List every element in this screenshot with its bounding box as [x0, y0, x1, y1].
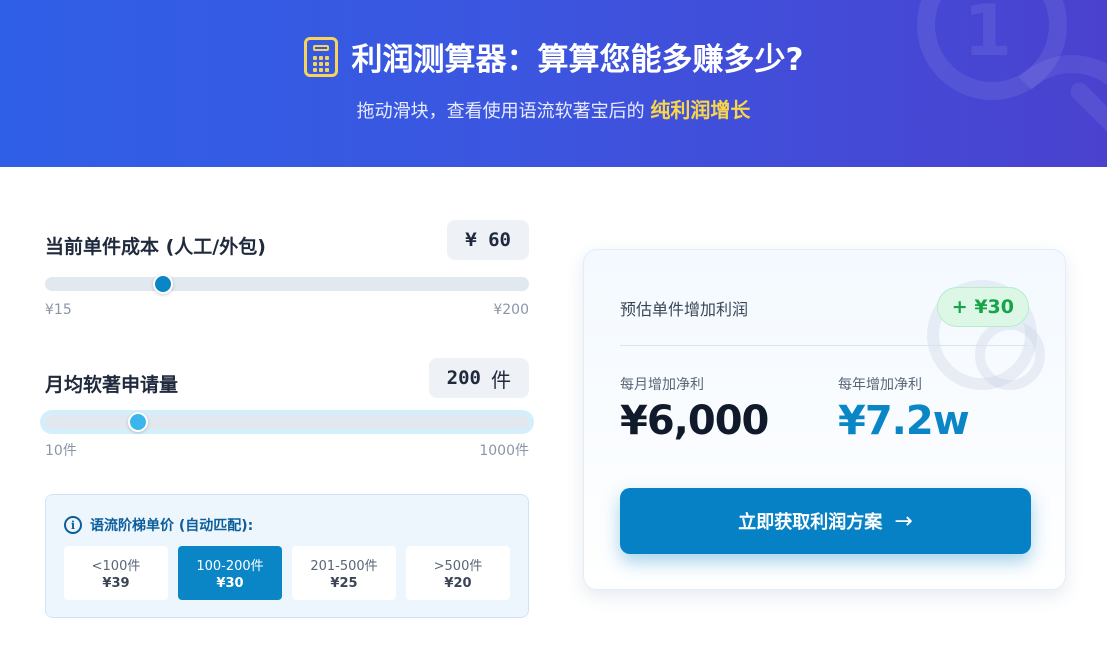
monthly-profit-label: 每月增加净利 [620, 377, 704, 393]
tier-range: >500件 [433, 559, 483, 574]
tier-item[interactable]: >500件 ¥20 [406, 546, 510, 600]
tier-range: 100-200件 [196, 559, 264, 574]
tier-price: ¥39 [102, 576, 130, 591]
cost-slider-track[interactable] [45, 277, 529, 291]
volume-slider-block: 月均软著申请量 200 件 10件 1000件 [45, 356, 529, 494]
unit-profit-label: 预估单件增加利润 [620, 300, 749, 319]
tier-title: 语流阶梯单价 (自动匹配): [90, 518, 254, 534]
volume-value-display: 200 件 [428, 358, 529, 398]
volume-max-label: 1000件 [479, 443, 529, 459]
subtitle-highlight: 纯利润增长 [650, 98, 751, 122]
page-subtitle: 拖动滑块，查看使用语流软著宝后的 纯利润增长 [0, 94, 1107, 123]
tier-heading: i 语流阶梯单价 (自动匹配): [64, 515, 253, 535]
calculator-inputs: 当前单件成本 (人工/外包) ¥ 60 ¥15 ¥200 月均软著申请量 200… [45, 218, 529, 494]
cost-slider-label: 当前单件成本 (人工/外包) [45, 236, 266, 258]
volume-min-label: 10件 [45, 443, 77, 459]
cost-slider-block: 当前单件成本 (人工/外包) ¥ 60 ¥15 ¥200 [45, 218, 529, 356]
monthly-profit-value: ¥6,000 [620, 398, 769, 444]
unit-profit-badge: + ¥30 [936, 287, 1029, 327]
volume-unit: 件 [491, 367, 511, 392]
volume-slider-thumb[interactable] [127, 412, 148, 432]
volume-value: 200 [446, 367, 481, 389]
page-title: 利润测算器：算算您能多赚多少? [351, 42, 804, 78]
divider [620, 345, 1029, 346]
tier-price: ¥30 [216, 576, 244, 591]
hero-banner: 1 利润测算器：算算您能多赚多少? 拖动滑块，查看使用语流软著宝后的 纯利润增长 [0, 0, 1107, 167]
cost-min-label: ¥15 [45, 302, 72, 318]
tier-item[interactable]: <100件 ¥39 [64, 546, 168, 600]
tier-pricing-panel: i 语流阶梯单价 (自动匹配): <100件 ¥39 100-200件 ¥30 … [45, 494, 529, 618]
volume-slider-track[interactable] [45, 415, 529, 429]
yearly-profit-value: ¥7.2w [838, 398, 970, 444]
cta-label: 立即获取利润方案 [738, 512, 883, 533]
subtitle-text: 拖动滑块，查看使用语流软著宝后的 [356, 101, 645, 122]
volume-slider-label: 月均软著申请量 [45, 374, 179, 396]
tier-item-active[interactable]: 100-200件 ¥30 [178, 546, 282, 600]
yearly-profit-stat: 每年增加净利 ¥7.2w [838, 374, 970, 444]
tier-list: <100件 ¥39 100-200件 ¥30 201-500件 ¥25 >500… [64, 546, 510, 600]
get-profit-plan-button[interactable]: 立即获取利润方案 → [620, 488, 1031, 554]
page-title-row: 利润测算器：算算您能多赚多少? [0, 34, 1107, 79]
tier-price: ¥25 [330, 576, 358, 591]
tier-range: <100件 [91, 559, 141, 574]
tier-item[interactable]: 201-500件 ¥25 [292, 546, 396, 600]
calculator-icon [303, 36, 338, 77]
cost-slider-thumb[interactable] [152, 274, 173, 294]
cost-value: ¥ 60 [465, 229, 511, 251]
monthly-profit-stat: 每月增加净利 ¥6,000 [620, 374, 769, 444]
cost-value-display: ¥ 60 [447, 220, 529, 260]
yearly-profit-label: 每年增加净利 [838, 377, 922, 393]
decorative-circle [975, 320, 1045, 390]
tier-range: 201-500件 [310, 559, 378, 574]
tier-price: ¥20 [444, 576, 472, 591]
info-icon: i [64, 516, 82, 534]
profit-result-card: 预估单件增加利润 + ¥30 每月增加净利 ¥6,000 每年增加净利 ¥7.2… [583, 249, 1066, 590]
arrow-right-icon: → [894, 508, 913, 534]
cost-max-label: ¥200 [493, 302, 529, 318]
